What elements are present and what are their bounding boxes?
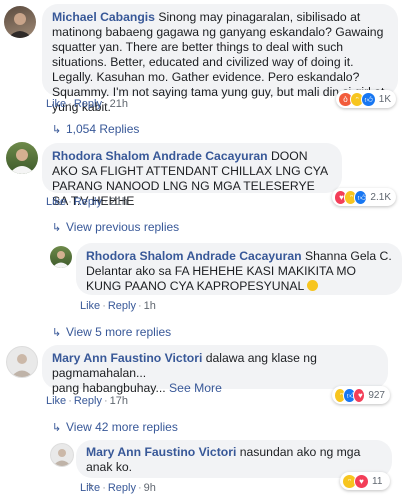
- comment-text-continued: pang habangbuhay...: [52, 381, 166, 395]
- comment-time[interactable]: 21h: [110, 196, 128, 208]
- like-link[interactable]: Like: [80, 300, 100, 312]
- comment-bubble: Rhodora Shalom Andrade Cacayuran DOON AK…: [42, 143, 342, 208]
- reaction-count: 11: [372, 475, 383, 487]
- comment-time[interactable]: 9h: [144, 482, 156, 494]
- view-more-label[interactable]: View 42 more replies: [66, 420, 178, 434]
- avatar[interactable]: [4, 6, 36, 38]
- view-more-label[interactable]: View 5 more replies: [66, 325, 171, 339]
- reaction-summary[interactable]: ò ᵔ 👍︎ 1K: [336, 90, 396, 108]
- comment-time[interactable]: 1h: [144, 300, 156, 312]
- love-icon: ♥: [354, 473, 369, 489]
- comment-actions: Like · Reply · 17h: [46, 395, 129, 407]
- view-previous-replies-link[interactable]: ↳ View previous replies: [52, 220, 179, 234]
- reaction-summary[interactable]: ᵔ 👍︎ ♥ 927: [332, 386, 390, 404]
- like-link[interactable]: Like: [46, 196, 66, 208]
- view-more-replies-link[interactable]: ↳ View 42 more replies: [52, 420, 178, 434]
- comment-author[interactable]: Rhodora Shalom Andrade Cacayuran: [86, 249, 302, 263]
- comment-bubble: Mary Ann Faustino Victori dalawa ang kla…: [42, 345, 388, 395]
- blush-emoji-icon: [307, 280, 319, 291]
- reply-link[interactable]: Reply: [74, 196, 102, 208]
- see-more-link[interactable]: See More: [169, 381, 222, 395]
- comment-time[interactable]: 17h: [110, 395, 128, 407]
- view-more-replies-link[interactable]: ↳ View 5 more replies: [52, 325, 171, 339]
- comment-actions: Like · Reply · 21h: [46, 196, 129, 208]
- reaction-count: 927: [368, 389, 385, 401]
- comment-actions: Like · Reply · 9h: [80, 482, 156, 494]
- comment-author[interactable]: Mary Ann Faustino Victori: [52, 351, 202, 365]
- reply-arrow-icon: ↳: [52, 327, 62, 339]
- reply-link[interactable]: Reply: [108, 300, 136, 312]
- like-icon: 👍︎: [354, 189, 368, 205]
- view-previous-label[interactable]: View previous replies: [66, 220, 179, 234]
- reaction-summary[interactable]: ᵔ ♥ 11: [340, 472, 390, 490]
- reply-link[interactable]: Reply: [74, 395, 102, 407]
- reply-bubble: Rhodora Shalom Andrade Cacayuran Shanna …: [76, 243, 402, 295]
- comment-bubble: Michael Cabangis Sinong may pinagaralan,…: [42, 4, 398, 114]
- avatar[interactable]: [50, 246, 72, 268]
- reaction-count: 2.1K: [370, 191, 391, 203]
- avatar[interactable]: [50, 443, 74, 467]
- reply-arrow-icon: ↳: [52, 222, 62, 234]
- reaction-count: 1K: [378, 93, 392, 105]
- like-link[interactable]: Like: [46, 395, 66, 407]
- like-icon: 👍︎: [361, 91, 376, 107]
- like-link[interactable]: Like: [80, 482, 100, 494]
- view-replies-label[interactable]: 1,054 Replies: [66, 122, 139, 136]
- reply-link[interactable]: Reply: [74, 98, 102, 110]
- comment-actions: Like · Reply · 21h: [46, 98, 129, 110]
- reply-arrow-icon: ↳: [52, 124, 62, 136]
- reaction-summary[interactable]: ♥ ᵔ 👍︎ 2.1K: [332, 188, 396, 206]
- comment-author[interactable]: Michael Cabangis: [52, 10, 155, 24]
- comment-author[interactable]: Mary Ann Faustino Victori: [86, 445, 236, 459]
- reply-link[interactable]: Reply: [108, 482, 136, 494]
- avatar[interactable]: [6, 142, 38, 174]
- like-link[interactable]: Like: [46, 98, 66, 110]
- love-icon: ♥: [352, 387, 366, 403]
- comment-author[interactable]: Rhodora Shalom Andrade Cacayuran: [52, 149, 268, 163]
- view-replies-link[interactable]: ↳ 1,054 Replies: [52, 122, 139, 136]
- reply-arrow-icon: ↳: [52, 422, 62, 434]
- comment-actions: Like · Reply · 1h: [80, 300, 156, 312]
- comment-time[interactable]: 21h: [110, 98, 128, 110]
- avatar[interactable]: [6, 346, 38, 378]
